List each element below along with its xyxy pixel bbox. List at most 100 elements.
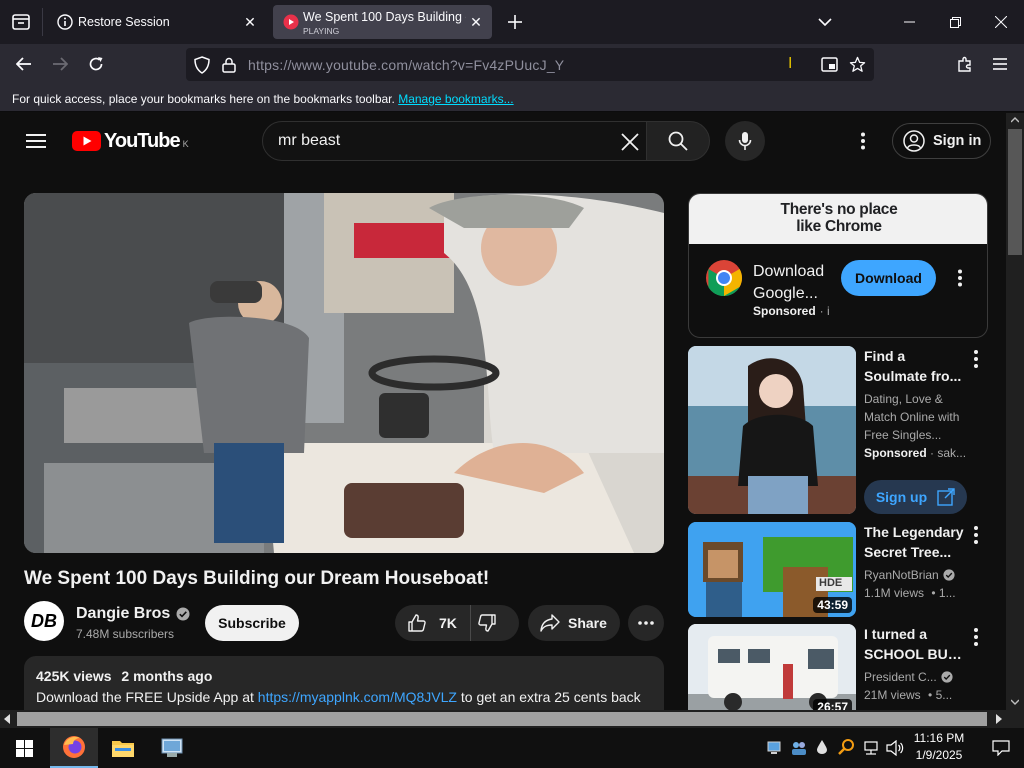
channel-name[interactable]: Dangie Bros [76,605,170,623]
video-frame-image [24,193,664,553]
dislike-button[interactable] [477,613,497,633]
bookmarks-toolbar: For quick access, place your bookmarks h… [0,85,1024,112]
scroll-down-arrow-icon[interactable] [1011,699,1019,705]
magnifier-icon [838,739,854,755]
clear-search-icon[interactable] [621,133,639,151]
close-tab-icon[interactable]: ✕ [242,14,258,30]
youtube-region-badge: K [182,139,189,149]
video-thumbnail[interactable]: HDE 43:59 [688,522,856,617]
youtube-favicon-icon [283,14,299,30]
settings-menu-button[interactable] [860,132,868,150]
arrow-right-icon [53,57,68,71]
action-center-button[interactable] [978,728,1024,768]
tray-network-monitor[interactable] [767,741,781,755]
url-bar[interactable]: https://www.youtube.com/watch?v=Fv4zPUuc… [186,48,874,81]
rec-channel[interactable]: President C... [864,668,937,686]
account-circle-icon [903,130,925,152]
tray-drop[interactable] [817,740,827,754]
new-tab-button[interactable] [503,10,527,34]
firefox-view-button[interactable] [0,0,42,44]
minimize-button[interactable] [886,0,932,44]
minimize-icon [903,21,915,23]
scroll-right-arrow-icon[interactable] [996,714,1002,724]
people-icon [792,742,806,755]
more-horizontal-icon [638,621,654,625]
tray-volume[interactable] [886,740,904,756]
search-button[interactable] [646,121,710,161]
sign-up-button[interactable]: Sign up [864,480,967,514]
video-thumbnail[interactable] [688,346,856,514]
shield-icon[interactable] [194,56,210,74]
ad-info[interactable]: · i [820,304,830,318]
channel-avatar[interactable]: DB [24,601,64,641]
lock-icon[interactable] [222,57,236,73]
rec-menu-button[interactable] [970,526,982,544]
video-thumbnail[interactable]: 26:57 [688,624,856,710]
share-button[interactable]: Share [528,605,620,641]
search-box[interactable]: mr beast [262,121,647,161]
vertical-scrollbar[interactable] [1006,113,1024,710]
subscribe-label: Subscribe [218,615,286,631]
close-window-button[interactable] [978,0,1024,44]
ad-menu-button[interactable] [957,269,963,287]
voice-search-button[interactable] [725,121,765,161]
taskbar-file-explorer[interactable] [99,728,147,768]
rec-title-line1: The Legendary [864,524,964,540]
back-button[interactable] [9,49,39,79]
verified-badge-icon [941,671,953,683]
scroll-up-arrow-icon[interactable] [1011,117,1019,123]
search-input[interactable]: mr beast [278,132,340,150]
rec-stats: 21M views • 5... [864,686,969,704]
tab-youtube-video[interactable]: We Spent 100 Days Building our Dream Hou… [273,5,492,39]
tray-network[interactable] [863,741,879,755]
sponsored-ad-card[interactable]: There's no place like Chrome Download Go… [688,193,988,338]
restore-button[interactable] [932,0,978,44]
windows-logo-icon [15,739,33,757]
bookmark-star-icon[interactable] [849,56,866,73]
subscribe-button[interactable]: Subscribe [205,605,299,641]
like-button[interactable]: 7K [395,605,471,641]
taskbar-firefox[interactable] [50,728,98,768]
picture-in-picture-icon[interactable] [821,57,838,72]
youtube-logo[interactable]: YouTube K [72,130,189,152]
tab-strip: Restore Session ✕ We Spent 100 Days Buil… [0,0,1024,44]
rec-menu-button[interactable] [970,350,982,368]
close-tab-icon[interactable]: ✕ [468,14,484,30]
horizontal-scrollbar[interactable] [0,710,1024,728]
plus-icon [508,15,522,29]
reload-button[interactable] [81,49,111,79]
video-player[interactable] [24,193,664,553]
rec-channel-row: RyanNotBrian [864,566,969,584]
rec-channel[interactable]: RyanNotBrian [864,566,939,584]
list-all-tabs-button[interactable] [802,0,848,44]
description-link[interactable]: https://myapplnk.com/MQ8JVLZ [258,689,457,705]
sign-in-button[interactable]: Sign in [892,123,991,159]
close-icon [995,16,1007,28]
manage-bookmarks-link[interactable]: Manage bookmarks... [398,92,513,106]
tray-people[interactable] [790,740,808,756]
video-stats: 425K views 2 months ago [36,668,212,684]
list-item[interactable]: 26:57 I turned a SCHOOL BUS... President… [688,624,998,710]
clock-date: 1/9/2025 [915,748,963,762]
list-item[interactable]: HDE 43:59 The Legendary Secret Tree... R… [688,522,998,618]
scrollbar-thumb[interactable] [1008,129,1022,255]
taskbar-clock[interactable]: 11:16 PM 1/9/2025 [908,730,970,766]
tray-search[interactable] [838,739,854,755]
horizontal-scrollbar-thumb[interactable] [17,712,987,726]
app-menu-button[interactable] [985,49,1015,79]
share-label: Share [568,615,607,631]
taskbar-app[interactable] [148,728,196,768]
forward-button[interactable] [45,49,75,79]
list-item[interactable]: Find a Soulmate fro... Dating, Love & Ma… [688,346,998,516]
more-actions-button[interactable] [628,605,664,641]
start-button[interactable] [0,728,48,768]
clock-time: 11:16 PM [913,731,965,745]
rec-title-line2: Secret Tree... [864,544,952,560]
description-box[interactable]: 425K views 2 months ago Download the FRE… [24,656,664,710]
tab-restore-session[interactable]: Restore Session ✕ [48,5,266,39]
guide-menu-button[interactable] [26,133,46,149]
extensions-button[interactable] [950,49,980,79]
rec-menu-button[interactable] [970,628,982,646]
ad-download-button[interactable]: Download [841,260,936,296]
scroll-left-arrow-icon[interactable] [4,714,10,724]
